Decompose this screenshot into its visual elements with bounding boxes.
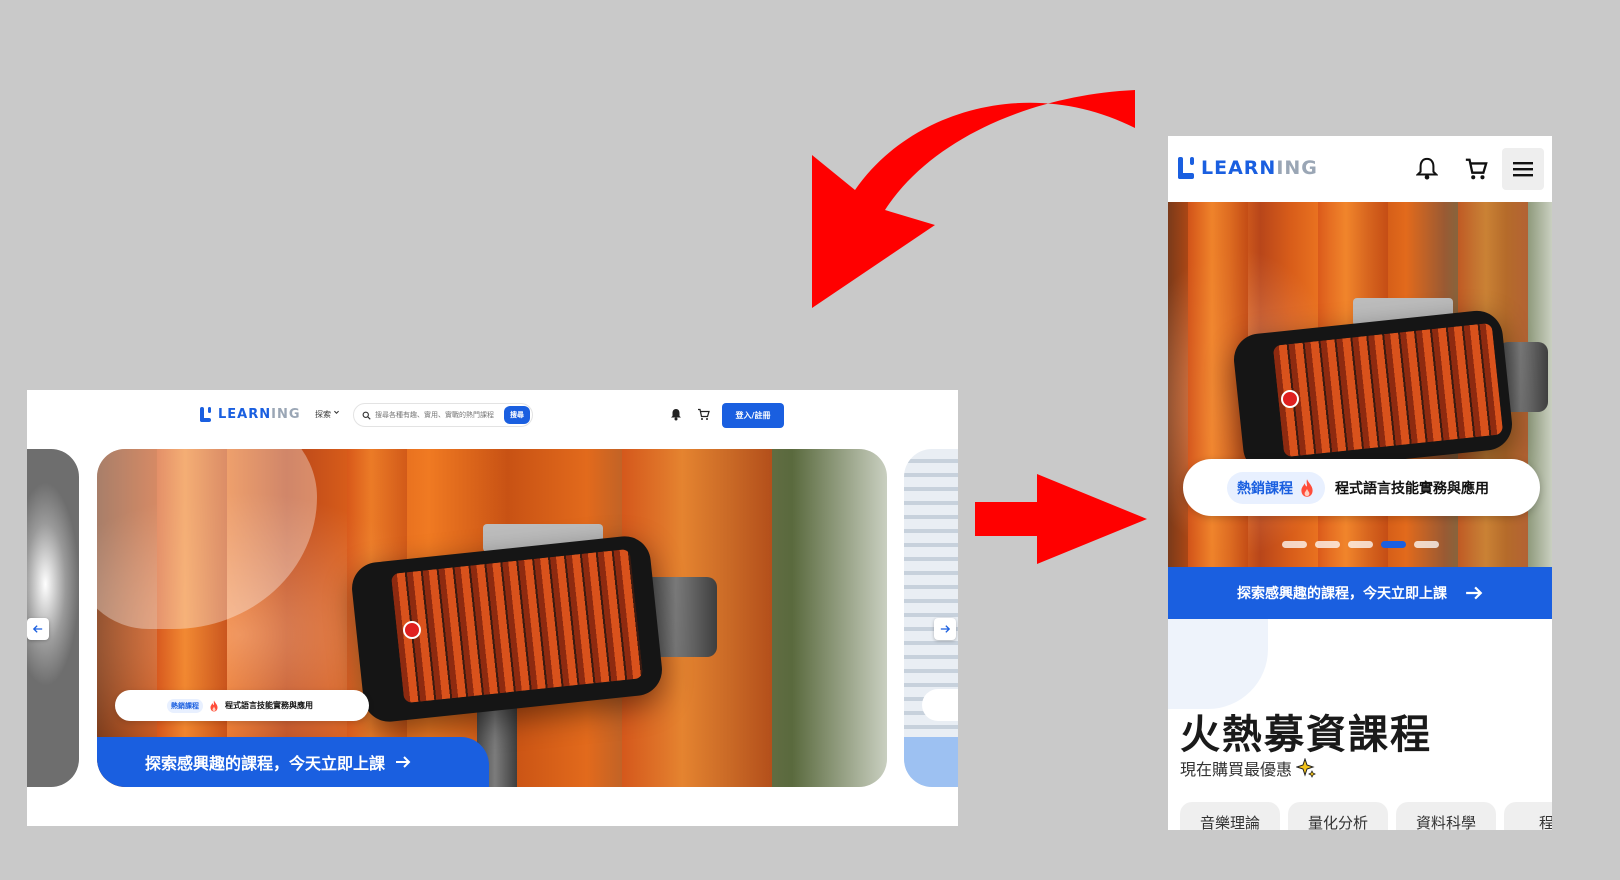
search-icon [362, 411, 371, 420]
carousel-dot[interactable] [1348, 541, 1373, 548]
hero-slide[interactable]: 熱銷課程 程式語言技能實務與應用 [1168, 202, 1552, 567]
hero-course-title: 程式語言技能實務與應用 [1335, 480, 1489, 497]
logo[interactable]: LEARNING [200, 407, 301, 422]
sparkle-icon [1296, 758, 1316, 778]
carousel-prev-button[interactable] [27, 618, 49, 640]
explore-dropdown[interactable]: 探索 [315, 409, 340, 420]
category-chip[interactable]: 程式 [1504, 802, 1552, 830]
hero-course-card[interactable]: 熱銷課程 程式語言技能實務與應用 [115, 690, 369, 721]
logo-text-ing: ING [271, 407, 301, 422]
fire-icon [1301, 478, 1313, 497]
arrow-right-icon [1466, 586, 1483, 600]
bell-icon[interactable] [1416, 157, 1438, 181]
cart-icon[interactable] [1464, 157, 1488, 181]
cta-label: 探索感興趣的課程，今天立即上課 [1237, 586, 1447, 602]
arrow-right-icon [396, 756, 411, 768]
desktop-screenshot: LEARNING 探索 搜尋各種有趣、實用、實戰的熱門課程 搜尋 登入/註冊 熱… [27, 390, 958, 826]
search-input[interactable]: 搜尋各種有趣、實用、實戰的熱門課程 [375, 410, 500, 420]
mobile-screenshot: LEARNING 熱銷課程 程式語言技能實務與應用 探索感興趣的課程，今天立即上… [1168, 136, 1552, 830]
hot-course-tag: 熱銷課程 [1227, 471, 1325, 504]
explore-label: 探索 [315, 410, 331, 419]
explore-courses-cta[interactable]: 探索感興趣的課程，今天立即上課 [1168, 567, 1552, 619]
carousel-dot[interactable] [1282, 541, 1307, 548]
cart-icon[interactable] [697, 408, 710, 421]
hero-course-card[interactable]: 熱銷課程 程式語言技能實務與應用 [1183, 459, 1540, 516]
desktop-header: LEARNING 探索 搜尋各種有趣、實用、實戰的熱門課程 搜尋 登入/註冊 [27, 390, 958, 440]
arrow-right-icon [940, 625, 950, 633]
carousel-dot[interactable] [1414, 541, 1439, 548]
logo-text-learn: LEARN [1201, 157, 1277, 179]
hero-slide[interactable]: 熱銷課程 程式語言技能實務與應用 探索感興趣的課程，今天立即上課 [97, 449, 887, 787]
carousel-next-button[interactable] [934, 618, 956, 640]
cta-label: 探索感興趣的課程，今天立即上課 [145, 754, 386, 773]
hot-course-tag: 熱銷課程 [167, 698, 203, 713]
logo-mark [1178, 157, 1195, 179]
section-subtitle: 現在購買最優惠 [1180, 756, 1316, 780]
hamburger-menu-button[interactable] [1502, 148, 1544, 190]
hero-course-title: 程式語言技能實務與應用 [225, 701, 313, 710]
section-subtitle-text: 現在購買最優惠 [1180, 760, 1293, 779]
hamburger-menu-icon [1513, 162, 1533, 177]
login-register-button[interactable]: 登入/註冊 [722, 403, 784, 428]
category-chip[interactable]: 音樂理論 [1180, 802, 1280, 830]
logo-text-ing: ING [1276, 157, 1318, 179]
bell-icon[interactable] [670, 408, 682, 421]
carousel-dots [1282, 541, 1439, 548]
mobile-header: LEARNING [1168, 136, 1552, 202]
right-arrow-annotation [975, 474, 1147, 564]
hot-course-tag-label: 熱銷課程 [1237, 480, 1293, 497]
carousel-dot[interactable] [1315, 541, 1340, 548]
curved-arrow-annotation [812, 90, 1135, 308]
logo[interactable]: LEARNING [1178, 157, 1318, 179]
explore-courses-cta[interactable]: 探索感興趣的課程，今天立即上課 [97, 737, 489, 787]
search-button[interactable]: 搜尋 [504, 406, 530, 424]
fire-icon [210, 700, 218, 711]
section-title: 火熱募資課程 [1180, 712, 1432, 758]
category-chips: 音樂理論 量化分析 資料科學 程式 [1180, 802, 1552, 830]
carousel-dot-active[interactable] [1381, 541, 1406, 548]
search-bar[interactable]: 搜尋各種有趣、實用、實戰的熱門課程 搜尋 [353, 403, 533, 427]
arrow-left-icon [33, 625, 43, 633]
decorative-shape [1168, 619, 1268, 709]
chevron-down-icon [334, 410, 339, 414]
category-chip[interactable]: 資料科學 [1396, 802, 1496, 830]
logo-text-learn: LEARN [218, 407, 272, 422]
category-chip[interactable]: 量化分析 [1288, 802, 1388, 830]
logo-mark [200, 407, 212, 422]
